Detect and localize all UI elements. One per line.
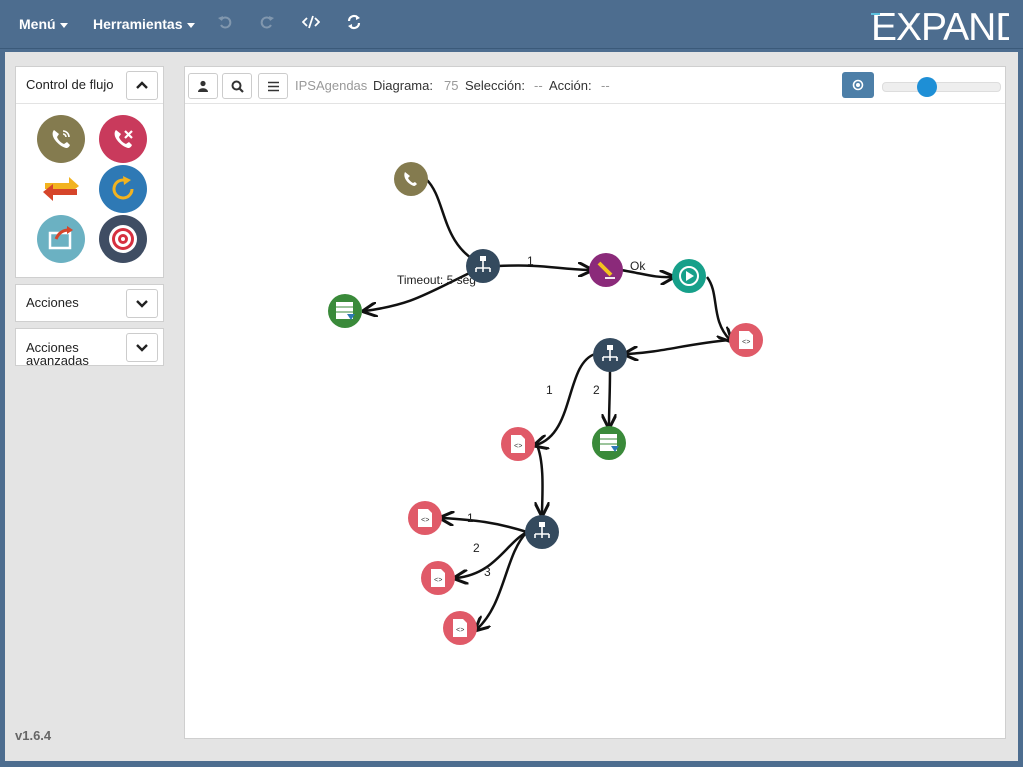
center-view-button[interactable] xyxy=(842,72,874,98)
panel-actions: Acciones xyxy=(15,284,164,322)
edge-label: 1 xyxy=(527,254,534,268)
database-node[interactable] xyxy=(592,426,626,460)
top-navbar: Menú Herramientas EXPAND xyxy=(0,0,1023,49)
svg-text:<>: <> xyxy=(742,339,750,347)
diagram-label: Diagrama: xyxy=(373,78,433,93)
caret-down-icon xyxy=(59,22,68,28)
edge-label: Timeout: 5 seg xyxy=(397,273,476,287)
menu-label: Menú xyxy=(19,16,56,32)
code-icon[interactable] xyxy=(301,14,321,34)
edge-switch3-script3[interactable] xyxy=(442,518,528,534)
zoom-slider[interactable] xyxy=(882,77,1001,97)
expand-button[interactable] xyxy=(126,289,158,318)
target-icon[interactable] xyxy=(99,215,147,263)
transfer-arrows-icon[interactable] xyxy=(37,165,85,213)
target-circle-icon xyxy=(852,79,864,91)
menu-button[interactable] xyxy=(258,73,288,99)
action-label: Acción: xyxy=(549,78,592,93)
hamburger-icon xyxy=(267,81,279,91)
svg-text:<>: <> xyxy=(456,627,464,635)
zoom-slider-thumb[interactable] xyxy=(916,77,937,97)
script-node[interactable]: <> xyxy=(408,501,442,535)
flow-diagram[interactable]: 1 Ok Timeout: 5 seg 1 2 1 2 3 <> <> <> <… xyxy=(185,104,1005,738)
version-label: v1.6.4 xyxy=(15,728,52,743)
expand-button[interactable] xyxy=(126,333,158,362)
workspace: Control de flujo Acciones Acciones avanz… xyxy=(5,52,1018,761)
diagram-panel: IPSAgendas Diagrama: 75 Selección: -- Ac… xyxy=(184,66,1006,739)
tools-dropdown[interactable]: Herramientas xyxy=(93,16,195,32)
svg-text:<>: <> xyxy=(514,443,522,451)
edit-node[interactable] xyxy=(589,253,623,287)
search-button[interactable] xyxy=(222,73,252,99)
panel-header: Acciones avanzadas xyxy=(16,329,163,365)
edge-script2-switch3[interactable] xyxy=(537,444,543,514)
switch-node[interactable] xyxy=(593,338,627,372)
play-node[interactable] xyxy=(672,259,706,293)
edge-switch3-script4[interactable] xyxy=(456,530,528,578)
loop-icon[interactable] xyxy=(99,165,147,213)
database-node[interactable] xyxy=(328,294,362,328)
svg-text:<>: <> xyxy=(421,517,429,525)
script-node[interactable]: <> xyxy=(443,611,477,645)
chevron-down-icon xyxy=(136,300,148,308)
refresh-icon[interactable] xyxy=(344,14,364,34)
edge-phone-switch1[interactable] xyxy=(425,178,482,266)
user-button[interactable] xyxy=(188,73,218,99)
edge-switch2-script2[interactable] xyxy=(536,352,596,445)
search-icon xyxy=(231,80,244,93)
caret-down-icon xyxy=(186,22,195,28)
action-value: -- xyxy=(601,78,610,93)
tools-label: Herramientas xyxy=(93,16,183,32)
redo-icon[interactable] xyxy=(257,14,277,34)
panel-title: Control de flujo xyxy=(26,77,114,92)
undo-icon[interactable] xyxy=(215,14,235,34)
edge-label: 3 xyxy=(484,565,491,579)
edges xyxy=(365,178,731,629)
edge-switch2-db2[interactable] xyxy=(609,369,610,426)
chevron-down-icon xyxy=(136,344,148,352)
redirect-icon[interactable] xyxy=(37,215,85,263)
flow-tools xyxy=(16,104,163,276)
edge-label: 2 xyxy=(593,383,600,397)
svg-text:<>: <> xyxy=(434,577,442,585)
project-name: IPSAgendas xyxy=(295,78,368,93)
user-icon xyxy=(198,80,208,92)
edge-label: Ok xyxy=(630,259,646,273)
chevron-up-icon xyxy=(136,81,148,89)
phone-hangup-icon[interactable] xyxy=(99,115,147,163)
script-node[interactable]: <> xyxy=(421,561,455,595)
panel-title: Acciones avanzadas xyxy=(26,340,89,366)
edge-switch1-edit[interactable] xyxy=(497,266,590,270)
edge-edit-play[interactable] xyxy=(620,268,672,277)
panel-title: Acciones xyxy=(26,295,79,310)
diagram-value: 75 xyxy=(444,78,459,93)
diagram-toolbar: IPSAgendas Diagrama: 75 Selección: -- Ac… xyxy=(185,67,1005,104)
menu-dropdown[interactable]: Menú xyxy=(19,16,68,32)
svg-text:EXPAND: EXPAND xyxy=(871,6,1009,46)
phone-node[interactable] xyxy=(394,162,428,196)
edge-play-script1[interactable] xyxy=(705,276,730,340)
switch-node[interactable] xyxy=(466,249,500,283)
selection-value: -- xyxy=(534,78,543,93)
panel-header: Acciones xyxy=(16,285,163,321)
script-node[interactable]: <> xyxy=(501,427,535,461)
edge-label: 2 xyxy=(473,541,480,555)
edge-switch3-script5[interactable] xyxy=(477,531,528,629)
expand-logo: EXPAND xyxy=(869,4,1023,49)
script-node[interactable]: <> xyxy=(729,323,763,357)
collapse-button[interactable] xyxy=(126,71,158,100)
switch-node[interactable] xyxy=(525,515,559,549)
panel-header: Control de flujo xyxy=(16,67,163,104)
selection-label: Selección: xyxy=(465,78,525,93)
edge-label: 1 xyxy=(467,511,474,525)
panel-advanced-actions: Acciones avanzadas xyxy=(15,328,164,366)
edge-label: 1 xyxy=(546,383,553,397)
phone-call-icon[interactable] xyxy=(37,115,85,163)
edge-script1-switch2[interactable] xyxy=(626,338,731,354)
panel-flow-control: Control de flujo xyxy=(15,66,164,278)
